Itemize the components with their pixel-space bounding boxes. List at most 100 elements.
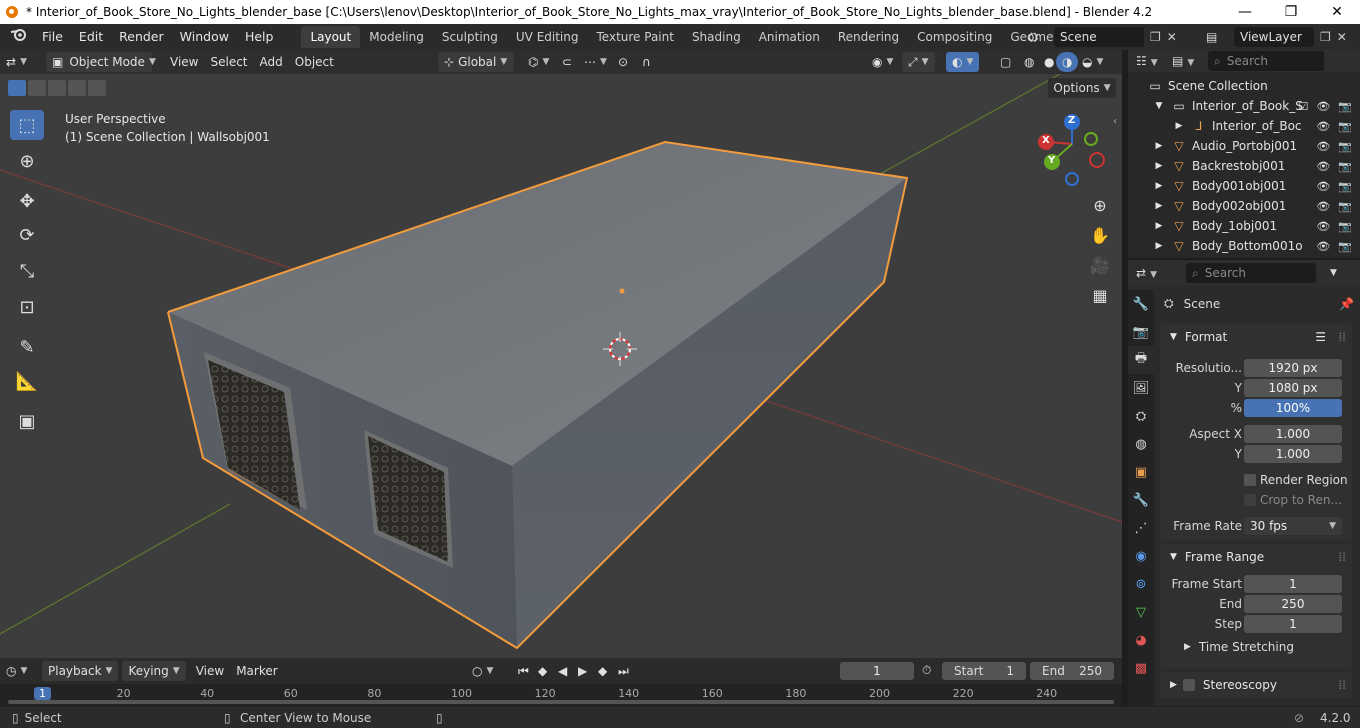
timeline-scrollbar[interactable] — [8, 700, 1114, 704]
outliner-object-row[interactable]: ▶ ▽ Body_Bottom001o 👁 📷 — [1128, 236, 1360, 256]
select-box-tool-icon[interactable]: ⬚ — [10, 110, 44, 140]
camera-icon[interactable]: 📷 — [1338, 180, 1352, 193]
chevron-right-icon[interactable]: ▶ — [1152, 221, 1166, 231]
tab-texture-paint[interactable]: Texture Paint — [588, 26, 683, 48]
properties-search[interactable]: ⌕ Search — [1186, 263, 1316, 283]
tab-animation[interactable]: Animation — [750, 26, 829, 48]
frame-step-field[interactable]: 1 — [1244, 615, 1342, 633]
keying-dropdown[interactable]: Keying ▼ — [122, 661, 186, 681]
stereoscopy-checkbox[interactable] — [1182, 679, 1195, 691]
snap-icon[interactable]: ⊂ — [556, 52, 578, 72]
time-stretching-subpanel[interactable]: ▶ Time Stretching — [1160, 634, 1294, 660]
camera-icon[interactable]: 📷 — [1338, 100, 1352, 113]
resolution-percent-slider[interactable]: 100% — [1244, 399, 1342, 417]
frame-range-panel-header[interactable]: ▼ Frame Range ⁞⁞ — [1160, 544, 1352, 570]
menu-render[interactable]: Render — [111, 26, 172, 48]
annotate-tool-icon[interactable]: ✎ — [10, 332, 44, 362]
constraints-tab-icon[interactable]: ⊚ — [1128, 570, 1154, 598]
delete-viewlayer-icon[interactable]: ✕ — [1337, 30, 1347, 44]
particles-tab-icon[interactable]: ⋰ — [1128, 514, 1154, 542]
chevron-right-icon[interactable]: ▶ — [1172, 121, 1186, 131]
camera-icon[interactable]: 📷 — [1338, 220, 1352, 233]
proportional-edit-icon[interactable]: ⊙ — [612, 52, 634, 72]
outliner-object-row[interactable]: ▶ ▽ Body001obj001 👁 📷 — [1128, 176, 1360, 196]
modifier-tab-icon[interactable]: 🔧 — [1128, 486, 1154, 514]
tab-rendering[interactable]: Rendering — [829, 26, 908, 48]
zoom-icon[interactable]: ⊕ — [1087, 192, 1113, 218]
eye-icon[interactable]: 👁 — [1316, 220, 1330, 233]
chevron-right-icon[interactable]: ▶ — [1152, 241, 1166, 251]
outliner-row-collection[interactable]: ▼ ▭ Interior_of_Book_S ☑ 👁 📷 — [1128, 96, 1360, 116]
viewlayer-icon[interactable]: ▤ — [1206, 30, 1234, 44]
new-scene-icon[interactable]: ❐ — [1150, 30, 1161, 44]
pin-icon[interactable]: 📌 — [1339, 297, 1354, 311]
tab-layout[interactable]: Layout — [301, 26, 361, 48]
close-button[interactable]: ✕ — [1314, 0, 1360, 24]
tab-sculpting[interactable]: Sculpting — [433, 26, 507, 48]
camera-icon[interactable]: 📷 — [1338, 140, 1352, 153]
pivot-icon[interactable]: ⌬ ▼ — [522, 52, 555, 72]
rendered-shading-icon[interactable]: ◒ ▼ — [1076, 52, 1109, 72]
select-subtract-icon[interactable] — [48, 80, 66, 96]
camera-icon[interactable]: 📷 — [1338, 240, 1352, 253]
sidebar-toggle-icon[interactable]: ‹ — [1113, 116, 1117, 127]
timeline-marker-menu[interactable]: Marker — [230, 661, 283, 681]
snap-target-icon[interactable]: ⋯ ▼ — [578, 52, 613, 72]
outliner-editor-icon[interactable]: ☷ ▼ — [1136, 54, 1162, 68]
menu-object[interactable]: Object — [289, 52, 340, 72]
tool-tab-icon[interactable]: 🔧 — [1128, 290, 1154, 318]
chevron-right-icon[interactable]: ▶ — [1152, 141, 1166, 151]
view-layer-tab-icon[interactable]: 🖼 — [1128, 374, 1154, 402]
jump-end-icon[interactable]: ⏭ — [612, 661, 635, 681]
chevron-right-icon[interactable]: ▶ — [1152, 181, 1166, 191]
scale-tool-icon[interactable]: ⤡ — [10, 256, 44, 286]
measure-tool-icon[interactable]: 📐 — [10, 366, 44, 396]
outliner-object-row[interactable]: ▶ ▽ Body_1obj001 👁 📷 — [1128, 216, 1360, 236]
menu-edit[interactable]: Edit — [71, 26, 111, 48]
start-frame-field[interactable]: Start 1 — [942, 662, 1026, 680]
camera-icon[interactable]: 📷 — [1338, 160, 1352, 173]
blender-menu-icon[interactable] — [0, 26, 34, 48]
outliner-object-row[interactable]: ▶ ▽ Backrestobj001 👁 📷 — [1128, 156, 1360, 176]
outliner-object-row[interactable]: ▶ ▽ Body002obj001 👁 📷 — [1128, 196, 1360, 216]
timeline-ruler[interactable]: 1 20 40 60 80 100 120 140 160 180 200 220 240 — [0, 684, 1122, 706]
menu-view[interactable]: View — [164, 52, 204, 72]
timeline-editor-icon[interactable]: ◷ ▼ — [0, 661, 42, 681]
render-region-checkbox[interactable] — [1244, 474, 1256, 486]
transform-orientation-dropdown[interactable]: ⊹ Global ▼ — [438, 52, 514, 72]
tab-modeling[interactable]: Modeling — [360, 26, 433, 48]
transform-tool-icon[interactable]: ⊡ — [10, 292, 44, 322]
overlay-toggle-icon[interactable]: ◐ ▼ — [946, 52, 980, 72]
eye-icon[interactable]: 👁 — [1316, 200, 1330, 213]
tab-uv-editing[interactable]: UV Editing — [507, 26, 588, 48]
eye-icon[interactable]: 👁 — [1316, 240, 1330, 253]
drag-handle-icon[interactable]: ⁞⁞ — [1338, 330, 1346, 344]
visibility-icon[interactable]: ◉ ▼ — [866, 52, 899, 72]
timeline-view-menu[interactable]: View — [190, 661, 230, 681]
eye-icon[interactable]: 👁 — [1316, 180, 1330, 193]
eye-icon[interactable]: 👁 — [1316, 140, 1330, 153]
move-tool-icon[interactable]: ✥ — [10, 186, 44, 216]
next-keyframe-icon[interactable]: ◆ — [592, 661, 613, 681]
world-tab-icon[interactable]: ◍ — [1128, 430, 1154, 458]
options-dropdown[interactable]: Options ▼ — [1048, 78, 1116, 98]
outliner-object-row[interactable]: ▶ ▽ Audio_Portobj001 👁 📷 — [1128, 136, 1360, 156]
resolution-x-field[interactable]: 1920 px — [1244, 359, 1342, 377]
end-frame-field[interactable]: End 250 — [1030, 662, 1114, 680]
xray-icon[interactable]: ▢ — [994, 52, 1017, 72]
outliner-search[interactable]: ⌕ Search — [1208, 51, 1324, 71]
object-tab-icon[interactable]: ▣ — [1128, 458, 1154, 486]
eye-icon[interactable]: 👁 — [1316, 100, 1330, 113]
menu-help[interactable]: Help — [237, 26, 282, 48]
play-icon[interactable]: ▶ — [572, 661, 593, 681]
mode-dropdown[interactable]: ▣ Object Mode ▼ — [46, 52, 156, 72]
new-viewlayer-icon[interactable]: ❐ — [1320, 30, 1331, 44]
menu-add[interactable]: Add — [254, 52, 289, 72]
aspect-x-field[interactable]: 1.000 — [1244, 425, 1342, 443]
stopwatch-icon[interactable]: ⏱ — [922, 663, 931, 678]
select-extend-icon[interactable] — [28, 80, 46, 96]
output-tab-icon[interactable]: 🖶 — [1128, 346, 1154, 374]
properties-editor-icon[interactable]: ⇄ ▼ — [1136, 266, 1166, 280]
select-intersect-icon[interactable] — [88, 80, 106, 96]
falloff-icon[interactable]: ∩ — [636, 52, 657, 72]
